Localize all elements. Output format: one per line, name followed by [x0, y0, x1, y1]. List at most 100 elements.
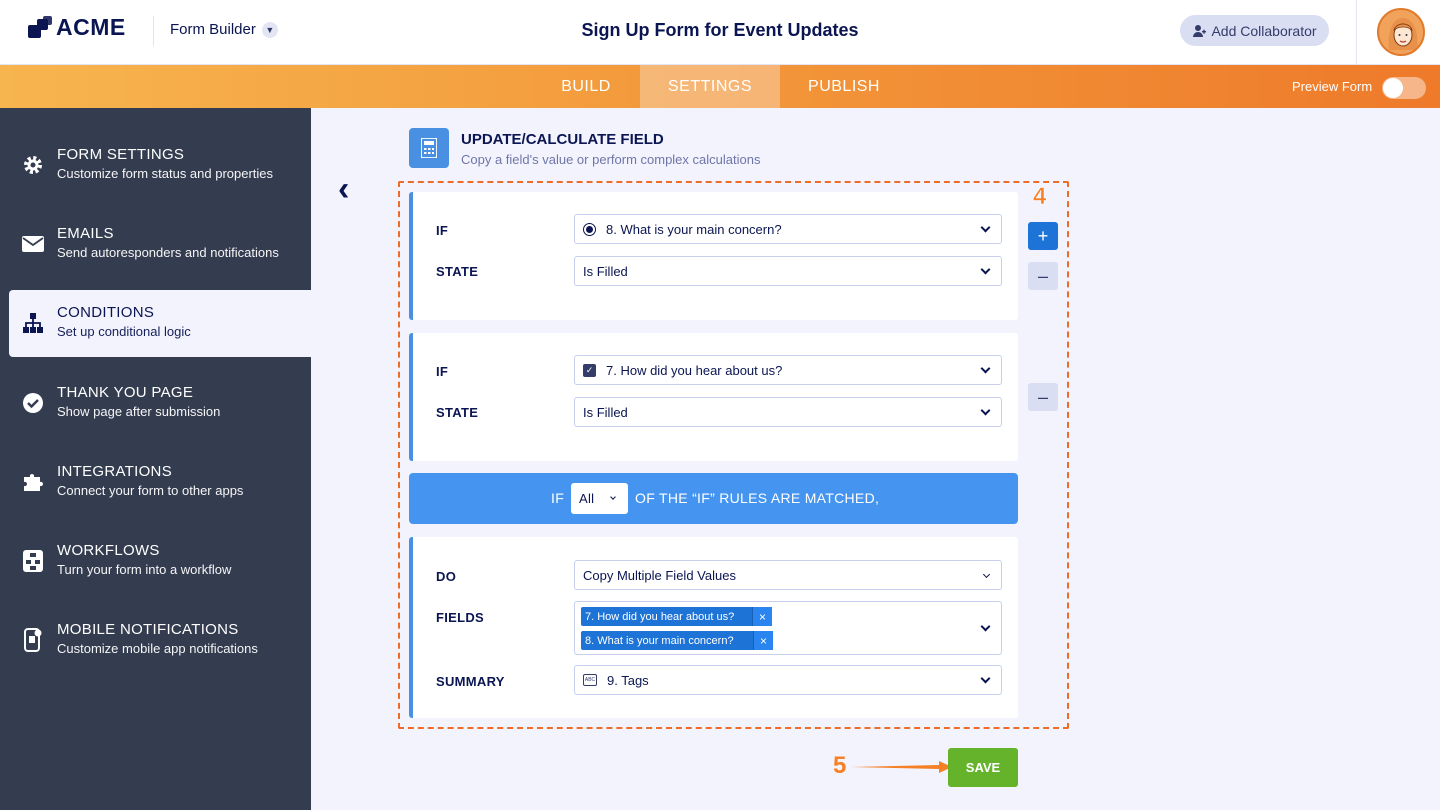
user-avatar[interactable]: [1377, 8, 1425, 56]
sidebar-item-title: MOBILE NOTIFICATIONS: [57, 621, 239, 638]
header-divider: [1356, 0, 1357, 64]
match-if-label: IF: [551, 490, 565, 506]
field-chip: 8. What is your main concern? ×: [581, 631, 773, 650]
sidebar-item-title: CONDITIONS: [57, 304, 155, 321]
logo-text: ACME: [56, 14, 126, 40]
sidebar-item-integrations[interactable]: INTEGRATIONS Connect your form to other …: [0, 449, 311, 516]
panel-subtitle: Copy a field's value or perform complex …: [461, 152, 761, 167]
gear-icon: [22, 154, 44, 176]
chevron-down-icon: [980, 405, 991, 416]
tab-build[interactable]: BUILD: [532, 65, 640, 108]
sidebar-item-title: EMAILS: [57, 225, 114, 242]
chevron-down-icon: [980, 621, 991, 632]
sidebar-item-subtitle: Connect your form to other apps: [57, 483, 244, 498]
field-chip-label: 7. How did you hear about us?: [585, 610, 735, 623]
toggle-knob: [1383, 78, 1403, 98]
fields-multiselect[interactable]: 7. How did you hear about us? × 8. What …: [574, 601, 1002, 655]
state-label: STATE: [436, 405, 479, 420]
action-card: DO Copy Multiple Field Values FIELDS 7. …: [409, 537, 1018, 718]
summary-field-select[interactable]: ABC 9. Tags: [574, 665, 1002, 695]
checkbox-icon: ✓: [583, 363, 596, 377]
settings-sidebar: FORM SETTINGS Customize form status and …: [0, 108, 311, 810]
chevron-down-icon: [982, 570, 991, 579]
back-arrow-icon[interactable]: ‹: [338, 170, 349, 209]
add-collaborator-label: Add Collaborator: [1211, 22, 1317, 39]
add-condition-button[interactable]: +: [1028, 222, 1058, 250]
sidebar-item-workflows[interactable]: WORKFLOWS Turn your form into a workflow: [0, 528, 311, 595]
fields-label: FIELDS: [436, 610, 485, 625]
remove-chip-icon[interactable]: ×: [753, 631, 773, 650]
summary-label: SUMMARY: [436, 674, 505, 689]
do-action-select[interactable]: Copy Multiple Field Values: [574, 560, 1002, 590]
avatar-illustration: [1388, 18, 1418, 50]
puzzle-icon: [22, 471, 44, 493]
panel-title: UPDATE/CALCULATE FIELD: [461, 131, 664, 148]
state-select[interactable]: Is Filled: [574, 256, 1002, 286]
chevron-down-icon: ▼: [261, 21, 278, 38]
step-4-marker: 4: [1033, 183, 1047, 211]
builder-nav-bar: BUILD SETTINGS PUBLISH Preview Form: [0, 65, 1440, 108]
condition-card-1: IF 8. What is your main concern? STATE I…: [409, 192, 1018, 320]
state-label: STATE: [436, 264, 479, 279]
state-value: Is Filled: [583, 404, 628, 420]
remove-condition-1-button[interactable]: –: [1028, 262, 1058, 290]
chevron-down-icon: [610, 494, 616, 500]
sidebar-item-subtitle: Set up conditional logic: [57, 324, 191, 339]
sidebar-item-subtitle: Customize mobile app notifications: [57, 641, 258, 656]
sidebar-item-subtitle: Send autoresponders and notifications: [57, 245, 279, 260]
chevron-down-icon: [980, 222, 991, 233]
sidebar-item-title: THANK YOU PAGE: [57, 384, 194, 401]
sidebar-item-title: FORM SETTINGS: [57, 146, 185, 163]
match-type-select[interactable]: All: [571, 483, 628, 514]
form-builder-menu[interactable]: Form Builder ▼: [170, 21, 278, 38]
arrow-to-save-icon: [851, 761, 952, 773]
sidebar-item-title: WORKFLOWS: [57, 542, 160, 559]
do-action-value: Copy Multiple Field Values: [583, 567, 736, 583]
match-text: OF THE “IF” RULES ARE MATCHED,: [635, 490, 880, 506]
textbox-icon: ABC: [583, 674, 597, 686]
mobile-icon: [22, 628, 44, 652]
sidebar-item-emails[interactable]: EMAILS Send autoresponders and notificat…: [0, 211, 311, 278]
remove-chip-icon[interactable]: ×: [752, 607, 772, 626]
if-field-value: 7. How did you hear about us?: [606, 362, 783, 378]
check-circle-icon: [22, 392, 44, 414]
if-label: IF: [436, 364, 449, 379]
envelope-icon: [22, 233, 44, 255]
sidebar-item-subtitle: Turn your form into a workflow: [57, 562, 232, 577]
match-type-value: All: [579, 491, 595, 506]
radio-icon: [583, 222, 596, 236]
step-5-marker: 5: [833, 752, 847, 779]
tab-publish[interactable]: PUBLISH: [780, 65, 908, 108]
state-select[interactable]: Is Filled: [574, 397, 1002, 427]
if-field-select[interactable]: ✓ 7. How did you hear about us?: [574, 355, 1002, 385]
sidebar-item-title: INTEGRATIONS: [57, 463, 172, 480]
if-field-value: 8. What is your main concern?: [606, 221, 782, 237]
summary-field-value: 9. Tags: [607, 672, 649, 688]
add-collaborator-button[interactable]: Add Collaborator: [1180, 15, 1329, 46]
tab-settings[interactable]: SETTINGS: [640, 65, 780, 108]
sitemap-icon: [22, 312, 44, 334]
rule-match-bar: IF All OF THE “IF” RULES ARE MATCHED,: [409, 473, 1018, 524]
do-label: DO: [436, 569, 457, 584]
sidebar-item-subtitle: Show page after submission: [57, 404, 221, 419]
field-chip: 7. How did you hear about us? ×: [581, 607, 772, 626]
state-value: Is Filled: [583, 263, 628, 279]
sidebar-item-mobile-notifications[interactable]: MOBILE NOTIFICATIONS Customize mobile ap…: [0, 607, 311, 674]
chevron-down-icon: [980, 363, 991, 374]
preview-form-label: Preview Form: [1292, 79, 1373, 94]
workflow-icon: [22, 550, 44, 572]
field-chip-label: 8. What is your main concern?: [585, 634, 734, 647]
if-label: IF: [436, 223, 449, 238]
sidebar-item-thank-you-page[interactable]: THANK YOU PAGE Show page after submissio…: [0, 370, 311, 437]
preview-form-toggle[interactable]: [1382, 77, 1426, 99]
condition-card-2: IF ✓ 7. How did you hear about us? STATE…: [409, 333, 1018, 461]
add-user-icon: [1193, 24, 1207, 37]
if-field-select[interactable]: 8. What is your main concern?: [574, 214, 1002, 244]
sidebar-item-conditions[interactable]: CONDITIONS Set up conditional logic: [9, 290, 311, 357]
acme-logo[interactable]: ACME: [28, 14, 126, 41]
save-button[interactable]: SAVE: [948, 748, 1018, 787]
remove-condition-2-button[interactable]: –: [1028, 383, 1058, 411]
sidebar-item-form-settings[interactable]: FORM SETTINGS Customize form status and …: [0, 132, 311, 199]
chevron-down-icon: [980, 264, 991, 275]
chevron-down-icon: [980, 673, 991, 684]
